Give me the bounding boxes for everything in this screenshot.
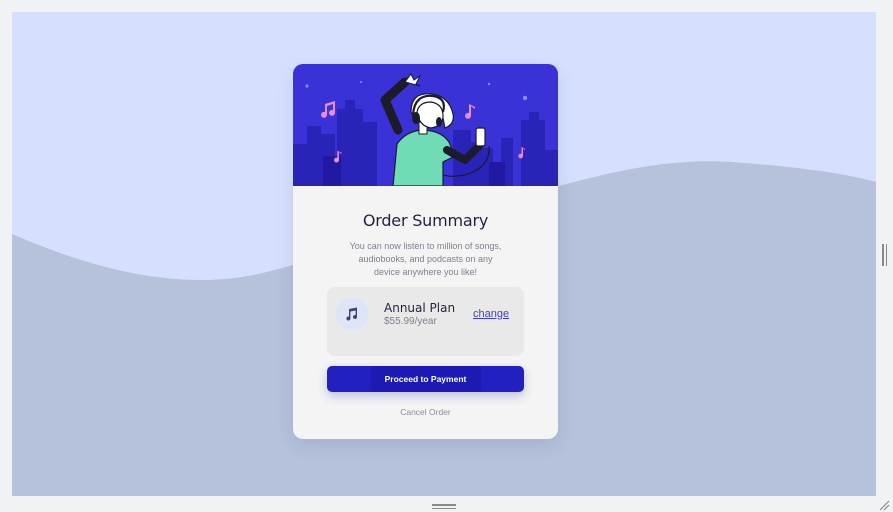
resize-handle-bottom[interactable] [432, 504, 456, 510]
cancel-order-button[interactable]: Cancel Order [293, 407, 558, 417]
music-note-icon [346, 307, 358, 321]
order-summary-card: Order Summary You can now listen to mill… [293, 64, 558, 439]
proceed-to-payment-button[interactable]: Proceed to Payment [327, 366, 524, 392]
plan-icon-circle [336, 298, 368, 330]
proceed-to-payment-label: Proceed to Payment [384, 374, 467, 384]
resize-handle-right[interactable] [882, 244, 888, 266]
change-plan-link[interactable]: change [473, 308, 509, 320]
plan-name: Annual Plan [384, 301, 456, 315]
resize-grip-icon[interactable] [877, 498, 891, 512]
order-summary-title: Order Summary [362, 211, 489, 230]
order-description: You can now listen to million of songs, … [349, 241, 502, 277]
plan-price: $55.99/year [384, 316, 437, 327]
hero-illustration [293, 64, 558, 186]
plan-box: Annual Plan $55.99/year change [327, 287, 524, 356]
